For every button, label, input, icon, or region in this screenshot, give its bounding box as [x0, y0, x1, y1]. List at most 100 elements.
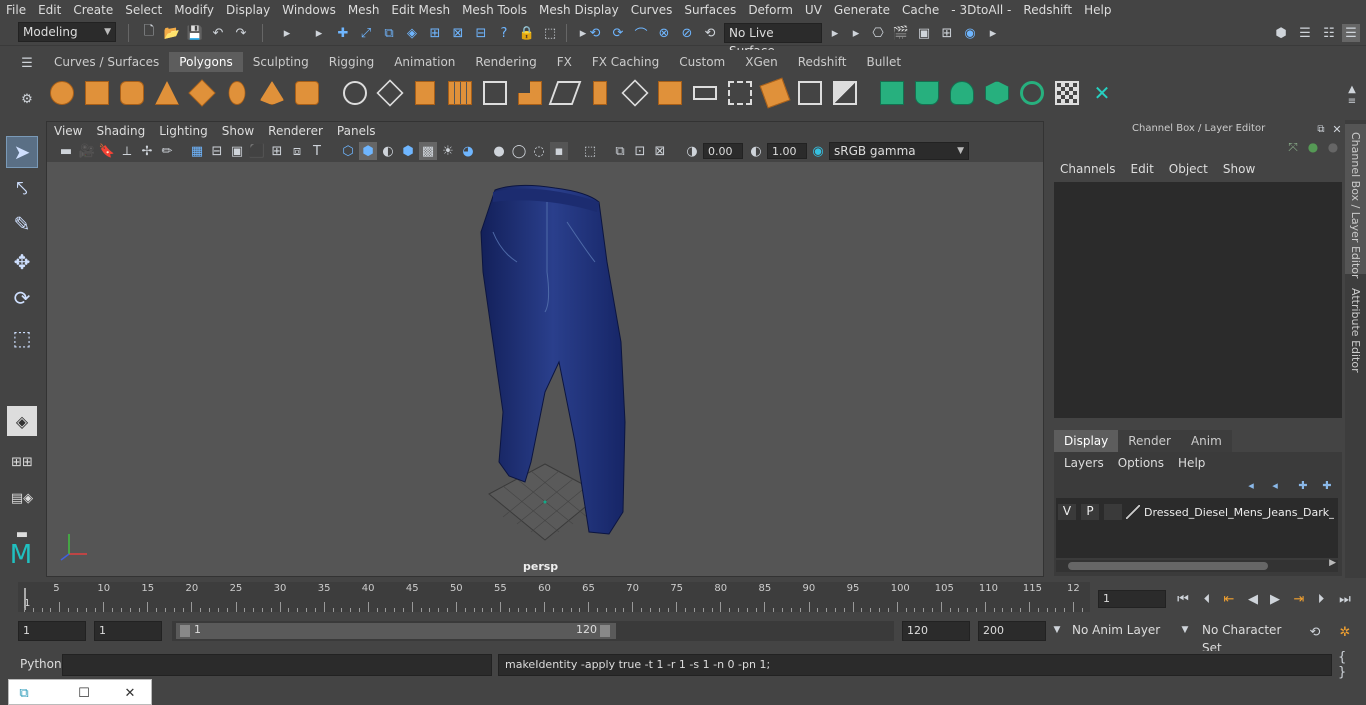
script-editor-icon[interactable]: { } [1338, 650, 1356, 680]
range-bar[interactable]: 1 120 [172, 621, 894, 641]
wireframe-icon[interactable]: ⬡ [339, 142, 357, 160]
select-by-component-icon[interactable]: ⧉ [380, 24, 398, 42]
layer-row[interactable]: V P Dressed_Diesel_Mens_Jeans_Dark_Blue [1058, 502, 1340, 522]
live-surface-field[interactable]: No Live Surface [724, 23, 822, 58]
shelf-tab-redshift[interactable]: Redshift [788, 52, 857, 72]
help-icon[interactable]: ? [495, 24, 513, 42]
open-scene-icon[interactable]: 📂 [163, 24, 181, 42]
side-by-side-layout-icon[interactable]: ▤◈ [6, 482, 38, 514]
snap-view-plane-icon[interactable]: ⊟ [472, 24, 490, 42]
shelf-menu-icon[interactable]: ≡ [1343, 92, 1361, 110]
render-frame-icon[interactable]: 🎬 [892, 24, 910, 42]
layer-playback-toggle[interactable]: P [1081, 504, 1099, 520]
collapse-arrow-icon[interactable]: ▸ [826, 24, 844, 42]
menu-display[interactable]: Display [220, 3, 276, 17]
menu-surfaces[interactable]: Surfaces [678, 3, 742, 17]
menu-redshift[interactable]: Redshift [1017, 3, 1078, 17]
select-tool-icon[interactable]: ➤ [6, 136, 38, 168]
exposure-icon[interactable]: ◑ [683, 142, 701, 160]
menu-channels[interactable]: Channels [1060, 162, 1116, 176]
go-to-start-icon[interactable]: ⏮ [1174, 590, 1192, 608]
grease-pencil-icon[interactable]: ✏ [158, 142, 176, 160]
collapse-arrow-icon[interactable]: ▸ [310, 24, 328, 42]
redo-icon[interactable]: ↷ [232, 24, 250, 42]
character-set-dropdown[interactable]: No Character Set [1198, 621, 1302, 655]
new-scene-icon[interactable]: 🗋 [140, 24, 158, 42]
merge-icon[interactable] [795, 78, 825, 108]
shelf-tab-curves-surfaces[interactable]: Curves / Surfaces [44, 52, 169, 72]
menu-mesh[interactable]: Mesh [342, 3, 386, 17]
bookmark-icon[interactable]: 🔖 [98, 142, 116, 160]
start-time-field[interactable]: 1 [18, 621, 86, 641]
new-layer-selected-icon[interactable]: ✚ [1318, 476, 1336, 494]
chevron-down-icon[interactable]: ▼ [1048, 621, 1066, 639]
poly-cone-icon[interactable] [152, 78, 182, 108]
viewport-menu-shading[interactable]: Shading [89, 122, 152, 140]
step-back-key-icon[interactable]: ⏴ [1198, 590, 1216, 608]
poly-sphere-icon[interactable] [47, 78, 77, 108]
anti-aliasing-icon[interactable]: ◯ [510, 142, 528, 160]
isolate-select-icon[interactable]: ▪ [550, 142, 568, 160]
uv-checker-icon[interactable] [1052, 78, 1082, 108]
range-handle[interactable]: 1 120 [176, 623, 616, 639]
side-tab-channel-box[interactable]: Channel Box / Layer Editor [1345, 124, 1366, 279]
camera-attributes-icon[interactable]: 🎥 [78, 142, 96, 160]
lasso-tool-icon[interactable]: ⤣ [6, 172, 38, 204]
make-live-icon[interactable]: ⟲ [701, 24, 719, 42]
safe-action-icon[interactable]: ⧈ [288, 142, 306, 160]
maximize-icon[interactable]: ☐ [75, 684, 93, 702]
multi-cut-icon[interactable] [655, 78, 685, 108]
automatic-mapping-icon[interactable] [982, 78, 1012, 108]
manipulator-icon[interactable]: ⤧ [1284, 138, 1302, 156]
xray-joints-icon[interactable]: ⧉ [611, 142, 629, 160]
viewport-menu-lighting[interactable]: Lighting [152, 122, 215, 140]
poly-plane-icon[interactable] [187, 78, 217, 108]
menu-object[interactable]: Object [1169, 162, 1208, 176]
poly-pyramid-icon[interactable] [257, 78, 287, 108]
bridge-icon[interactable] [548, 78, 582, 108]
snap-live-icon[interactable]: ⊘ [678, 24, 696, 42]
menu-cb-edit[interactable]: Edit [1131, 162, 1154, 176]
poly-pipe-icon[interactable] [292, 78, 322, 108]
gate-mask-icon[interactable]: ⬛ [248, 142, 266, 160]
shelf-tab-xgen[interactable]: XGen [735, 52, 788, 72]
append-icon[interactable] [585, 78, 615, 108]
menu-select[interactable]: Select [119, 3, 168, 17]
menu-layer-help[interactable]: Help [1178, 456, 1205, 470]
go-to-end-icon[interactable]: ⏭ [1336, 590, 1354, 608]
restore-window-icon[interactable]: ⧉ [15, 684, 33, 702]
color-management-icon[interactable]: ◉ [809, 142, 827, 160]
poly-torus-icon[interactable] [222, 78, 252, 108]
play-backwards-icon[interactable]: ◀ [1244, 590, 1262, 608]
viewport-menu-renderer[interactable]: Renderer [261, 122, 330, 140]
move-tool-icon[interactable]: ✥ [6, 246, 38, 278]
toggle-tool-settings-icon[interactable]: ☷ [1320, 24, 1338, 42]
smooth-shade-icon[interactable]: ⬢ [359, 142, 377, 160]
poly-cylinder-icon[interactable] [117, 78, 147, 108]
menu-edit[interactable]: Edit [32, 3, 67, 17]
menu-mesh-tools[interactable]: Mesh Tools [456, 3, 533, 17]
menu-create[interactable]: Create [67, 3, 119, 17]
colorspace-dropdown[interactable]: sRGB gamma ▼ [829, 142, 969, 160]
close-window-icon[interactable]: ✕ [121, 684, 139, 702]
paint-select-tool-icon[interactable]: ✎ [6, 208, 38, 240]
layer-tab-display[interactable]: Display [1054, 430, 1119, 452]
xray-active-icon[interactable]: ⊡ [631, 142, 649, 160]
toggle-channel-box-icon[interactable]: ☰ [1342, 24, 1360, 42]
current-frame-field[interactable]: 1 [1098, 590, 1166, 608]
screen-space-ao-icon[interactable]: ◕ [459, 142, 477, 160]
safe-title-icon[interactable]: T [308, 142, 326, 160]
planar-mapping-icon[interactable] [877, 78, 907, 108]
layer-tab-render[interactable]: Render [1118, 430, 1181, 452]
snap-curve-tool-icon[interactable]: ⟳ [609, 24, 627, 42]
quad-draw-icon[interactable] [725, 78, 755, 108]
shadows-icon[interactable]: ☀ [439, 142, 457, 160]
motion-blur-icon[interactable]: ● [490, 142, 508, 160]
rotate-tool-icon[interactable]: ⟳ [6, 282, 38, 314]
shelf-settings-gear-icon[interactable]: ⚙ [18, 90, 36, 108]
undo-icon[interactable]: ↶ [209, 24, 227, 42]
grid-icon[interactable]: ▦ [188, 142, 206, 160]
toggle-attribute-editor-icon[interactable]: ☰ [1296, 24, 1314, 42]
snap-curve-icon[interactable]: ⊞ [426, 24, 444, 42]
shelf-tab-fx-caching[interactable]: FX Caching [582, 52, 669, 72]
